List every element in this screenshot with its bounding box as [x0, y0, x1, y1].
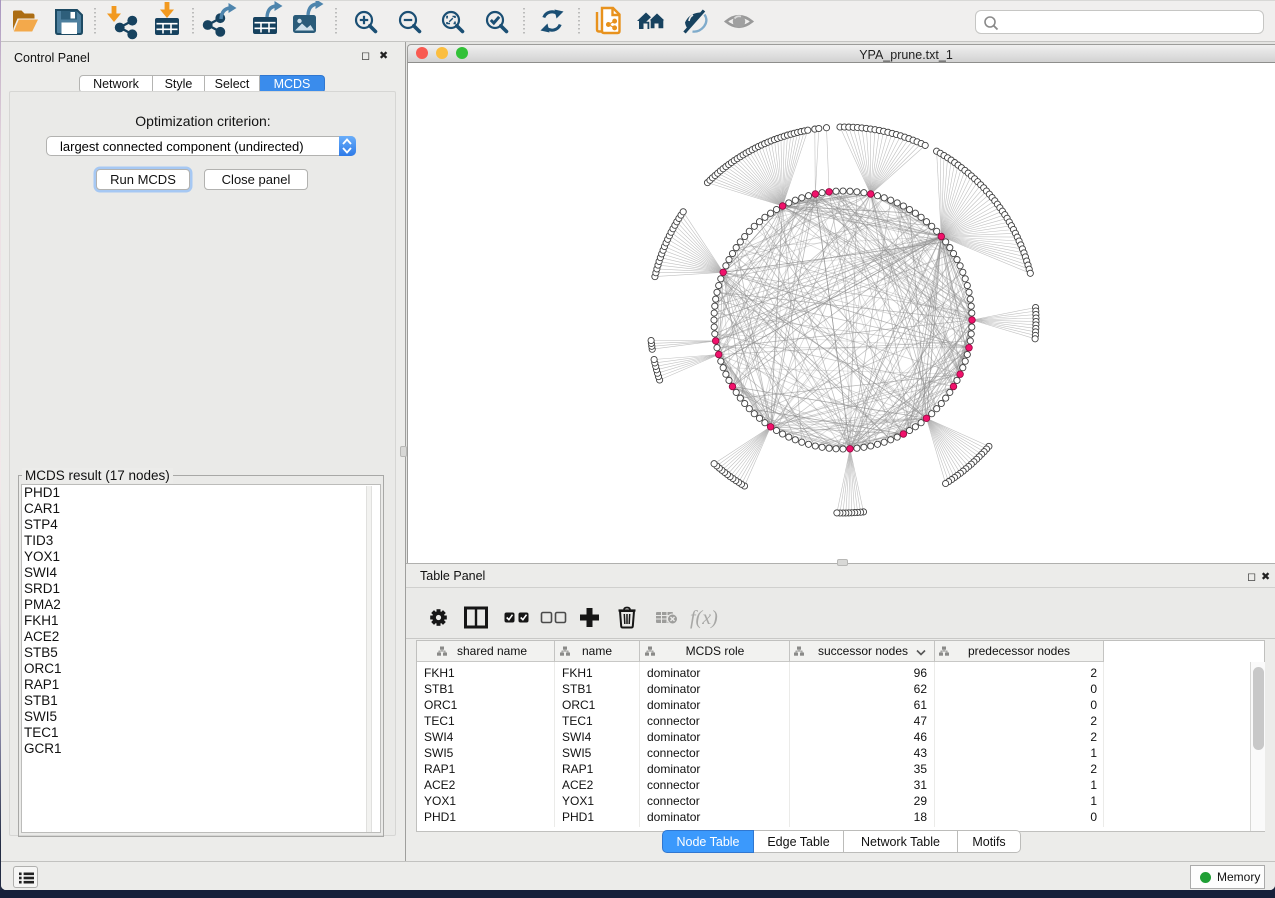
svg-text:f(x): f(x): [690, 607, 718, 629]
